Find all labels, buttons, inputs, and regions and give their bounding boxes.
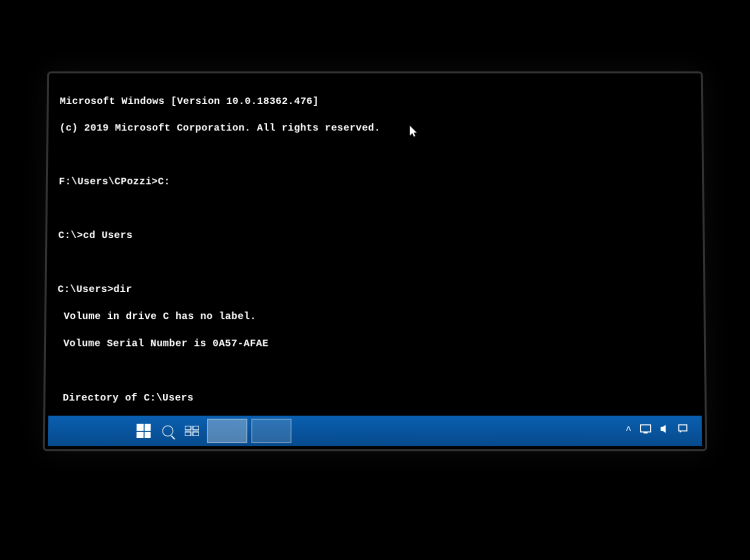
search-button[interactable]: [157, 420, 179, 442]
prompt-line: C:\>cd Users: [58, 230, 692, 243]
output-line: Volume Serial Number is 0A57-AFAE: [57, 338, 693, 352]
task-view-icon: [185, 426, 199, 436]
command-prompt-window[interactable]: Microsoft Windows [Version 10.0.18362.47…: [48, 76, 702, 415]
volume-icon[interactable]: [658, 424, 672, 438]
taskbar-left: [132, 419, 291, 443]
prompt-line: F:\Users\CPozzi>C:: [59, 176, 691, 189]
header-line: (c) 2019 Microsoft Corporation. All righ…: [59, 122, 690, 135]
taskbar-app[interactable]: [251, 419, 291, 443]
task-view-button[interactable]: [181, 420, 203, 442]
chevron-up-icon[interactable]: ^: [623, 425, 633, 436]
windows-logo-icon: [132, 420, 154, 442]
output-line: Directory of C:\Users: [56, 392, 693, 406]
taskbar-app-cmd[interactable]: [207, 419, 247, 443]
taskbar: ^: [48, 416, 702, 446]
output-line: Volume in drive C has no label.: [57, 311, 692, 325]
system-tray: ^: [623, 424, 698, 438]
header-line: Microsoft Windows [Version 10.0.18362.47…: [60, 96, 691, 109]
screen: Microsoft Windows [Version 10.0.18362.47…: [48, 76, 702, 446]
laptop-screen-frame: Microsoft Windows [Version 10.0.18362.47…: [43, 71, 707, 451]
mouse-pointer-icon: [410, 126, 418, 138]
start-button[interactable]: [132, 420, 154, 442]
blank-line: [57, 365, 694, 379]
blank-line: [58, 257, 692, 270]
blank-line: [59, 149, 691, 162]
prompt-line: C:\Users>dir: [58, 284, 693, 298]
blank-line: [58, 203, 691, 216]
search-icon: [162, 425, 173, 436]
action-center-icon[interactable]: [676, 424, 690, 438]
network-icon[interactable]: [637, 424, 653, 438]
